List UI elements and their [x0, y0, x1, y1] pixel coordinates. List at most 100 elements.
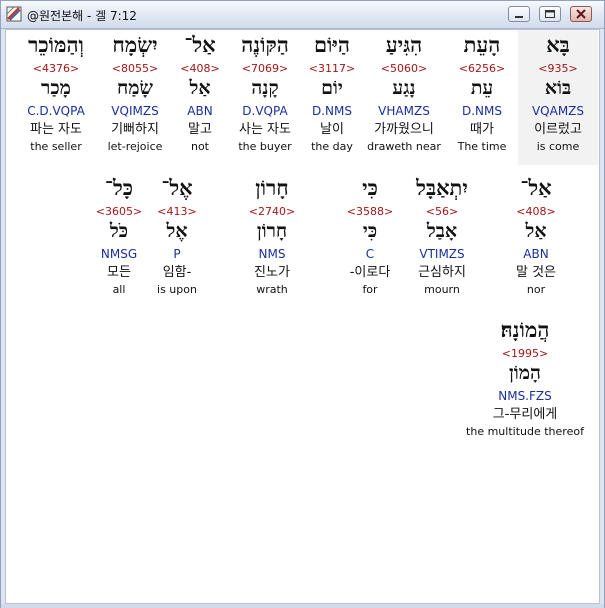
hebrew-word: הַיּוֹם: [313, 32, 351, 57]
hebrew-word: הִגִּיעַ: [385, 32, 423, 57]
hebrew-lemma: שָׂמַח: [117, 77, 153, 99]
english-gloss: all: [112, 283, 126, 296]
morphology-code: VQIMZS: [111, 104, 159, 118]
korean-gloss: 임함-: [162, 265, 192, 280]
english-gloss: not: [190, 140, 209, 153]
korean-gloss: 말 것은: [515, 265, 556, 280]
word-block[interactable]: הָעֵת <6256> עֵת D.NMS 때가 The time: [446, 30, 518, 154]
word-block[interactable]: הַקּוֹנֶה <7069> קָנָה D.VQPA 사는 자도 the …: [228, 30, 302, 154]
hebrew-word: אֶל־: [161, 175, 193, 200]
strong-number[interactable]: <408>: [504, 206, 568, 219]
hebrew-lemma: בּוֹא: [544, 77, 572, 99]
morphology-code: VHAMZS: [378, 104, 430, 118]
strong-number[interactable]: <413>: [148, 206, 206, 219]
korean-gloss: 가까웠으니: [374, 122, 434, 137]
strong-number[interactable]: <4376>: [14, 63, 98, 76]
hebrew-word: יִשְׂמָח: [112, 32, 158, 57]
english-gloss: is come: [536, 140, 580, 153]
word-block[interactable]: כִּי <3588> כִּי C -이로다 for: [340, 173, 400, 297]
english-gloss: the buyer: [238, 140, 292, 153]
english-gloss: the day: [311, 140, 353, 153]
korean-gloss: 모든: [107, 265, 131, 280]
strong-number[interactable]: <8055>: [98, 63, 172, 76]
morphology-code: C: [365, 247, 375, 261]
hebrew-word: וְהַמּוֹכֵר: [28, 32, 84, 57]
strong-number[interactable]: <935>: [518, 63, 598, 76]
english-gloss: is upon: [157, 283, 197, 296]
english-gloss: let-rejoice: [107, 140, 163, 153]
english-gloss: mourn: [424, 283, 460, 296]
hebrew-lemma: אָבַל: [426, 220, 458, 242]
strong-number[interactable]: <5060>: [362, 63, 446, 76]
hebrew-word: חָרוֹן: [255, 175, 289, 200]
english-gloss: wrath: [256, 283, 288, 296]
hebrew-lemma: נָגַע: [392, 77, 416, 99]
korean-gloss: 사는 자도: [239, 122, 291, 137]
word-block[interactable]: כָּל־ <3605> כֹּל NMSG 모든 all: [90, 173, 148, 297]
strong-number[interactable]: <1995>: [458, 348, 592, 361]
word-block[interactable]: הֲמוֹנָהּ׃ <1995> הָמוֹן NMS.FZS 그-무리에게 …: [458, 315, 592, 439]
morphology-code: NMS: [258, 247, 286, 261]
hebrew-word: יִתְאַבָּל: [416, 175, 468, 200]
hebrew-lemma: הָמוֹן: [509, 362, 541, 384]
maximize-icon: [545, 10, 555, 18]
morphology-code: D.NMS: [311, 104, 352, 118]
strong-number[interactable]: <408>: [172, 63, 228, 76]
hebrew-word: הַקּוֹנֶה: [241, 32, 289, 57]
word-block[interactable]: יִשְׂמָח <8055> שָׂמַח VQIMZS 기뻐하지 let-r…: [98, 30, 172, 154]
korean-gloss: 말고: [188, 122, 212, 137]
strong-number[interactable]: <7069>: [228, 63, 302, 76]
hebrew-word: בָּא: [546, 32, 570, 57]
word-block[interactable]: הַיּוֹם <3117> יוֹם D.NMS 날이 the day: [302, 30, 362, 154]
english-gloss: The time: [457, 140, 507, 153]
strong-number[interactable]: <56>: [402, 206, 482, 219]
app-window: @원전본해 - 겔 7:12 בָּא <935> בּוֹא VQAMZS 이…: [0, 0, 605, 608]
hebrew-lemma: כֹּל: [109, 220, 129, 242]
morphology-code: D.VQPA: [242, 104, 288, 118]
english-gloss: draweth near: [367, 140, 441, 153]
strong-number[interactable]: <2740>: [238, 206, 306, 219]
english-gloss: the seller: [30, 140, 82, 153]
title-bar[interactable]: @원전본해 - 겔 7:12: [1, 1, 604, 29]
hebrew-lemma: חָרוֹן: [256, 220, 288, 242]
strong-number[interactable]: <3117>: [302, 63, 362, 76]
strong-number[interactable]: <3605>: [90, 206, 148, 219]
hebrew-word: כִּי: [362, 175, 378, 200]
hebrew-lemma: קָנָה: [251, 77, 279, 99]
hebrew-lemma: כִּי: [362, 220, 378, 242]
word-block[interactable]: אַל־ <408> אַל ABN 말 것은 nor: [504, 173, 568, 297]
morphology-code: D.NMS: [461, 104, 502, 118]
close-button[interactable]: [570, 6, 592, 22]
maximize-button[interactable]: [539, 6, 561, 22]
word-block[interactable]: חָרוֹן <2740> חָרוֹן NMS 진노가 wrath: [238, 173, 306, 297]
morphology-code: P: [173, 247, 181, 261]
korean-gloss: 근심하지: [418, 265, 466, 280]
korean-gloss: 날이: [320, 122, 344, 137]
morphology-code: C.D.VQPA: [27, 104, 85, 118]
hebrew-lemma: אַל: [189, 77, 211, 99]
strong-number[interactable]: <6256>: [446, 63, 518, 76]
korean-gloss: 때가: [470, 122, 494, 137]
word-block[interactable]: אֶל־ <413> אֶל P 임함- is upon: [148, 173, 206, 297]
hebrew-lemma: מָכַר: [41, 77, 71, 99]
english-gloss: for: [362, 283, 378, 296]
word-block[interactable]: בָּא <935> בּוֹא VQAMZS 이르렀고 is come: [518, 30, 598, 165]
hebrew-word: אַל־: [184, 32, 216, 57]
korean-gloss: -이로다: [349, 265, 391, 280]
minimize-icon: [515, 16, 523, 18]
minimize-button[interactable]: [508, 6, 530, 22]
word-block[interactable]: יִתְאַבָּל <56> אָבַל VTIMZS 근심하지 mourn: [402, 173, 482, 297]
word-block[interactable]: הִגִּיעַ <5060> נָגַע VHAMZS 가까웠으니 drawe…: [362, 30, 446, 154]
korean-gloss: 진노가: [254, 265, 290, 280]
word-block[interactable]: וְהַמּוֹכֵר <4376> מָכַר C.D.VQPA 파는 자도 …: [14, 30, 98, 154]
hebrew-word: הָעֵת: [463, 32, 501, 57]
strong-number[interactable]: <3588>: [340, 206, 400, 219]
korean-gloss: 파는 자도: [30, 122, 82, 137]
morphology-code: ABN: [187, 104, 213, 118]
window-title: @원전본해 - 겔 7:12: [27, 9, 137, 23]
close-icon: [576, 9, 586, 19]
english-gloss: the multitude thereof: [466, 425, 584, 438]
korean-gloss: 이르렀고: [534, 122, 582, 137]
word-block[interactable]: אַל־ <408> אַל ABN 말고 not: [172, 30, 228, 154]
interlinear-panel[interactable]: בָּא <935> בּוֹא VQAMZS 이르렀고 is come הָע…: [5, 29, 600, 604]
